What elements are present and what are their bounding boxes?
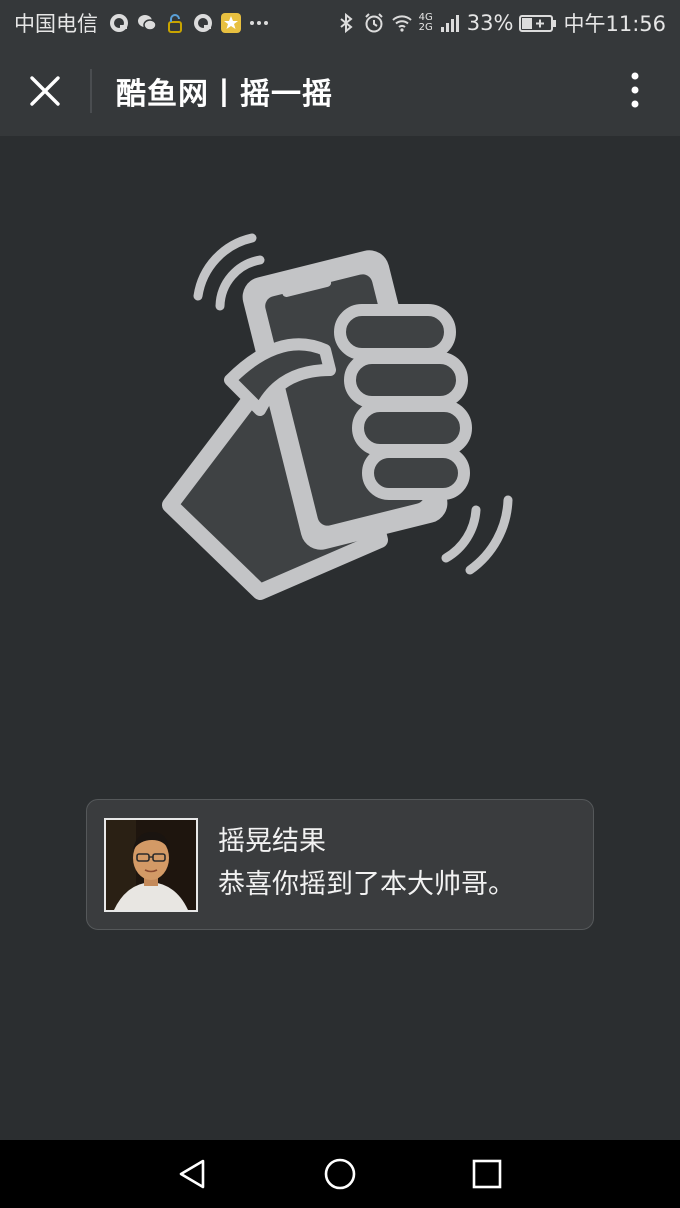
- battery-percent: 33%: [466, 11, 514, 35]
- wechat-icon: [136, 12, 158, 34]
- status-bar-right: 4G 2G 33% 中午11:56: [335, 8, 666, 38]
- close-button[interactable]: [0, 46, 90, 136]
- close-icon: [30, 76, 60, 106]
- network-label-2g: 2G: [418, 22, 433, 33]
- shake-result-card[interactable]: 摇晃结果 恭喜你摇到了本大帅哥。: [86, 799, 594, 930]
- title-bar: 酷鱼网丨摇一摇: [0, 46, 680, 136]
- result-description: 恭喜你摇到了本大帅哥。: [218, 868, 515, 900]
- recents-button[interactable]: [457, 1144, 517, 1204]
- back-triangle-icon: [180, 1159, 205, 1189]
- qq-icon: [108, 12, 130, 34]
- lock-icon: [164, 12, 186, 34]
- title-divider: [90, 69, 92, 113]
- home-button[interactable]: [310, 1144, 370, 1204]
- star-app-icon: [220, 12, 242, 34]
- qq-icon: [192, 12, 214, 34]
- more-vertical-icon: [631, 72, 639, 108]
- bluetooth-icon: [335, 12, 357, 34]
- signal-icon: [439, 12, 461, 34]
- status-bar: 中国电信 4G 2G 33% 中午11:56: [0, 0, 680, 46]
- recents-square-icon: [472, 1159, 501, 1189]
- back-button[interactable]: [163, 1144, 223, 1204]
- status-bar-left: 中国电信: [14, 8, 270, 38]
- result-title: 摇晃结果: [218, 825, 326, 857]
- result-text: 摇晃结果 恭喜你摇到了本大帅哥。: [218, 823, 515, 907]
- battery-icon: [519, 12, 557, 34]
- navigation-bar: [0, 1140, 680, 1208]
- page-title: 酷鱼网丨摇一摇: [116, 77, 333, 112]
- avatar: [104, 817, 198, 912]
- more-dots-icon: [248, 12, 270, 34]
- network-type-label: 4G 2G: [419, 13, 433, 33]
- wifi-icon: [391, 12, 413, 34]
- alarm-icon: [363, 12, 385, 34]
- home-circle-icon: [324, 1158, 356, 1190]
- more-menu-button[interactable]: [590, 46, 680, 136]
- clock: 中午11:56: [563, 12, 666, 36]
- carrier-name: 中国电信: [14, 12, 98, 36]
- shake-phone-icon[interactable]: [150, 220, 530, 610]
